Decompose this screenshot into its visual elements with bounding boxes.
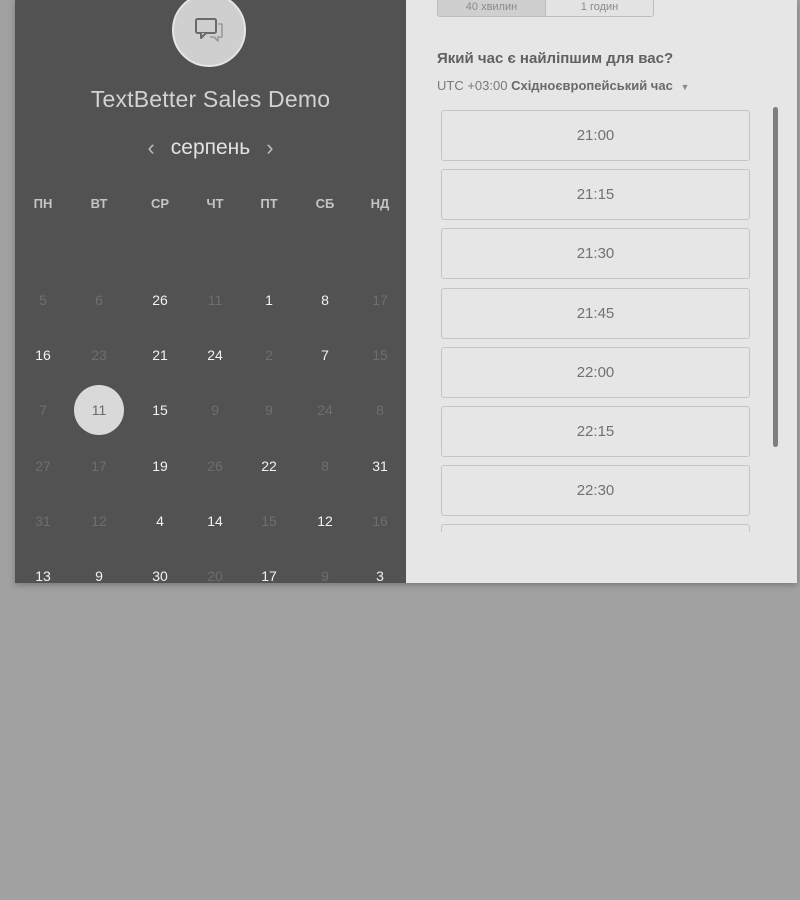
calendar-panel: TextBetter Sales Demo ‹ серпень › ПН ВТ СР… [15,0,406,583]
calendar-day[interactable]: 3 [356,552,404,583]
weekday-label: ПН [33,196,53,211]
duration-option[interactable]: 40 хвилин [438,0,546,16]
calendar-day: 7 [39,402,47,419]
calendar-day: 31 [35,512,51,529]
time-panel: 40 хвилин 1 годин Який час є найліпшим д… [406,0,797,583]
calendar-day: 6 [95,292,103,308]
time-slot-button[interactable] [441,524,750,532]
calendar-day[interactable]: 7 [301,331,349,379]
booking-card: TextBetter Sales Demo ‹ серпень › ПН ВТ СР… [15,0,797,583]
chat-bubbles-icon [195,18,223,42]
timezone-name: Східноєвропейський час [511,78,673,93]
chevron-left-icon[interactable]: ‹ [147,137,154,159]
calendar-day: 9 [321,568,329,583]
calendar-day: 9 [265,402,273,419]
time-slot-button[interactable]: 21:15 [441,169,750,221]
calendar-day: 17 [91,457,107,474]
calendar-day[interactable]: 16 [19,331,67,379]
calendar-day: 17 [372,292,388,308]
calendar-day[interactable]: 26 [136,276,184,324]
time-slot-button[interactable]: 22:00 [441,346,750,398]
calendar-day: 15 [261,512,277,529]
calendar-day: 24 [317,402,333,419]
time-slot-button[interactable]: 21:00 [441,110,750,161]
event-title: TextBetter Sales Demo [90,86,331,112]
duration-option[interactable]: 1 годин [546,0,653,16]
avatar [172,0,246,67]
duration-toggle: 40 хвилин 1 годин [437,0,654,17]
calendar-day[interactable]: 19 [136,442,184,490]
calendar-day: 12 [91,512,107,529]
calendar-day[interactable]: 22 [245,442,293,490]
calendar-day: 8 [376,402,384,419]
month-navigation: ‹ серпень › [15,133,406,163]
calendar-day: 20 [207,568,223,583]
calendar-day[interactable]: 15 [136,386,184,434]
calendar-day[interactable]: 14 [191,497,239,545]
calendar-day[interactable]: 4 [136,497,184,545]
calendar-day: 23 [91,347,107,364]
calendar-day: 16 [372,512,388,529]
calendar-day[interactable]: 21 [136,331,184,379]
weekday-label: ПТ [260,196,278,211]
time-slot-button[interactable]: 22:30 [441,465,750,517]
time-question: Який час є найліпшим для вас? [437,50,674,67]
weekday-label: ЧТ [206,196,224,211]
calendar-day: 26 [207,457,223,474]
weekday-label: СР [150,196,170,211]
calendar-day: 5 [39,292,47,308]
calendar-day: 15 [372,347,388,364]
calendar-day: 27 [35,457,51,474]
calendar-day[interactable]: 9 [75,552,123,583]
calendar-day: 2 [265,347,273,364]
calendar-day: 8 [321,457,329,474]
calendar-day: 9 [211,402,219,419]
time-slot-button[interactable]: 21:30 [441,228,750,280]
calendar-day[interactable]: 24 [191,331,239,379]
timezone-offset: UTC +03:00 [437,78,508,93]
calendar-day: 11 [207,292,223,308]
calendar-day[interactable]: 1 [245,276,293,324]
weekday-header: ПН ВТ СР ЧТ ПТ СБ НД [15,196,406,216]
scrollbar[interactable] [773,107,778,447]
weekday-label: НД [370,196,390,211]
chevron-right-icon[interactable]: › [266,137,273,159]
month-label: серпень [170,136,251,159]
caret-down-icon: ▼ [680,82,690,92]
weekday-label: ВТ [90,196,108,211]
time-slot-list: 21:00 21:15 21:30 21:45 22:00 22:15 22:30 [441,110,750,532]
calendar-day[interactable]: 17 [245,552,293,583]
calendar-day[interactable]: 30 [136,552,184,583]
calendar-day[interactable]: 12 [301,497,349,545]
calendar-day[interactable]: 31 [356,442,404,490]
time-slot-button[interactable]: 21:45 [441,287,750,339]
calendar-day[interactable]: 8 [301,276,349,324]
timezone-selector[interactable]: UTC +03:00 Східноєвропейський час ▼ [437,78,689,93]
time-slot-button[interactable]: 22:15 [441,405,750,457]
calendar-day-selected[interactable]: 11 [74,385,124,436]
weekday-label: СБ [315,196,335,211]
calendar-day[interactable]: 13 [19,552,67,583]
